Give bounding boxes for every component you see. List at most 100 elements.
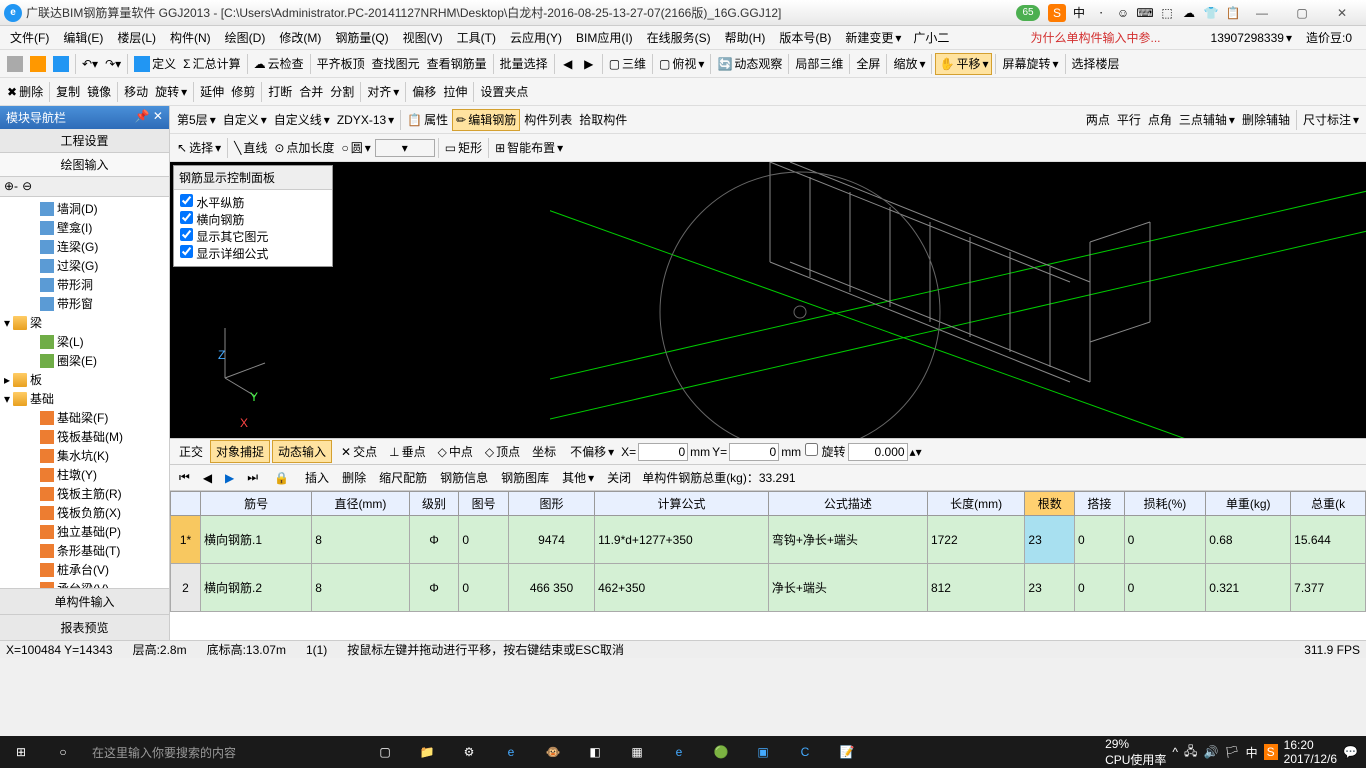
tree-node[interactable]: 独立基础(P) [2, 522, 167, 541]
tree-node[interactable]: 连梁(G) [2, 237, 167, 256]
merge-button[interactable]: 合并 [296, 81, 326, 103]
app5-icon[interactable]: ▦ [616, 736, 658, 768]
ime-cloud[interactable]: ☁ [1180, 4, 1198, 22]
x-input[interactable] [638, 443, 688, 461]
grip-button[interactable]: 设置夹点 [477, 81, 531, 103]
point-angle-button[interactable]: 点角 [1145, 109, 1175, 131]
tree-node[interactable]: 壁龛(I) [2, 218, 167, 237]
rebar-display-panel[interactable]: 钢筋显示控制面板 水平纵筋 横向钢筋 显示其它图元 显示详细公式 [173, 165, 333, 267]
ime-shirt[interactable]: 👕 [1202, 4, 1220, 22]
ie-icon[interactable]: e [658, 736, 700, 768]
tray-ime-icon[interactable]: S [1264, 744, 1278, 760]
parallel-button[interactable]: 平行 [1114, 109, 1144, 131]
subcat-select[interactable]: 自定义线 ▾ [271, 109, 333, 131]
topview-button[interactable]: ▢俯视▾ [656, 53, 707, 75]
expand-icon[interactable]: ⊕- [4, 179, 18, 194]
code-select[interactable]: ZDYX-13 ▾ [334, 109, 397, 131]
tree-node[interactable]: 梁(L) [2, 332, 167, 351]
offset-button[interactable]: 偏移 [409, 81, 439, 103]
batch-select-button[interactable]: 批量选择 [497, 53, 551, 75]
tree-node[interactable]: 筏板主筋(R) [2, 484, 167, 503]
app2-icon[interactable]: ⚙ [448, 736, 490, 768]
prev-icon[interactable]: ◀ [558, 53, 578, 75]
taskbar-search[interactable]: 在这里输入你要搜索的内容 [84, 744, 364, 761]
two-point-button[interactable]: 两点 [1083, 109, 1113, 131]
collapse-icon[interactable]: ⊖ [22, 179, 32, 194]
extend-button[interactable]: 延伸 [197, 81, 227, 103]
floor-select[interactable]: 第5层 ▾ [174, 109, 219, 131]
app4-icon[interactable]: ◧ [574, 736, 616, 768]
chk-other[interactable]: 显示其它图元 [180, 228, 326, 245]
user-button[interactable]: 广小二 [907, 28, 953, 47]
other-button[interactable]: 其他▾ [557, 467, 599, 488]
select-floor-button[interactable]: 选择楼层 [1069, 53, 1123, 75]
ime-clip[interactable]: 📋 [1224, 4, 1242, 22]
tree-node[interactable]: 圈梁(E) [2, 351, 167, 370]
menu-floor[interactable]: 楼层(L) [111, 27, 162, 48]
dimension-button[interactable]: 尺寸标注▾ [1300, 109, 1362, 131]
menu-draw[interactable]: 绘图(D) [219, 27, 272, 48]
menu-component[interactable]: 构件(N) [164, 27, 217, 48]
dyninput-toggle[interactable]: 动态输入 [272, 440, 332, 463]
menu-version[interactable]: 版本号(B) [773, 27, 837, 48]
flat-top-button[interactable]: 平齐板顶 [314, 53, 368, 75]
component-list-button[interactable]: 构件列表 [521, 109, 575, 131]
new-change-button[interactable]: 新建变更▾ [839, 28, 905, 47]
stretch-button[interactable]: 拉伸 [440, 81, 470, 103]
open-icon[interactable] [27, 53, 49, 75]
three-point-aux-button[interactable]: 三点辅轴▾ [1176, 109, 1238, 131]
pan-button[interactable]: ✋平移▾ [935, 53, 992, 75]
menu-bim[interactable]: BIM应用(I) [570, 27, 639, 48]
rebar-info-button[interactable]: 钢筋信息 [435, 467, 493, 488]
intersect-snap[interactable]: ✕交点 [336, 441, 382, 462]
delete-row-button[interactable]: 删除 [337, 467, 371, 488]
ime-box[interactable]: ⬚ [1158, 4, 1176, 22]
lock-icon[interactable]: 🔒 [269, 469, 294, 487]
rebar-lib-button[interactable]: 钢筋图库 [496, 467, 554, 488]
move-button[interactable]: 移动 [121, 81, 151, 103]
ime-face[interactable]: ☺ [1114, 4, 1132, 22]
line-tool[interactable]: ╲直线 [231, 137, 270, 159]
menu-edit[interactable]: 编辑(E) [57, 27, 109, 48]
first-icon[interactable]: ⏮ [174, 468, 195, 487]
scale-button[interactable]: 缩尺配筋 [374, 467, 432, 488]
tray-notif-icon[interactable]: 💬 [1343, 745, 1358, 759]
phone-label[interactable]: 13907298339▾ [1205, 30, 1296, 46]
category-select[interactable]: 自定义 ▾ [220, 109, 270, 131]
menu-tool[interactable]: 工具(T) [451, 27, 502, 48]
redo-icon[interactable]: ↷▾ [102, 53, 124, 75]
menu-help[interactable]: 帮助(H) [719, 27, 772, 48]
system-tray[interactable]: 29%CPU使用率 ^ 🖧 🔊 🏳 中 S 16:202017/12/6 💬 [1105, 737, 1366, 768]
tray-lang[interactable]: 中 [1246, 744, 1258, 761]
play-icon[interactable]: ▶ [220, 469, 239, 487]
fullscreen-button[interactable]: 全屏 [853, 53, 883, 75]
tree-node[interactable]: 桩承台(V) [2, 560, 167, 579]
circle-tool[interactable]: ○圆 ▾ [338, 137, 373, 159]
tree-node[interactable]: ▾梁 [2, 313, 167, 332]
app3-icon[interactable]: 🐵 [532, 736, 574, 768]
component-tree[interactable]: 墙洞(D)壁龛(I)连梁(G)过梁(G)带形洞带形窗▾梁梁(L)圈梁(E)▸板▾… [0, 197, 169, 588]
orbit-button[interactable]: 🔄动态观察 [714, 53, 785, 75]
insert-row-button[interactable]: 插入 [300, 467, 334, 488]
ortho-toggle[interactable]: 正交 [174, 441, 208, 462]
nav-tab-settings[interactable]: 工程设置 [0, 129, 169, 153]
nav-report[interactable]: 报表预览 [0, 614, 169, 640]
note-text[interactable]: 为什么单构件输入中参... [1031, 29, 1161, 46]
tree-node[interactable]: ▾基础 [2, 389, 167, 408]
tray-up-icon[interactable]: ^ [1172, 745, 1178, 759]
tree-node[interactable]: 墙洞(D) [2, 199, 167, 218]
menu-modify[interactable]: 修改(M) [273, 27, 327, 48]
app7-icon[interactable]: ▣ [742, 736, 784, 768]
nav-pin-icon[interactable]: 📌 ✕ [135, 109, 163, 126]
delete-aux-button[interactable]: 删除辅轴 [1239, 109, 1293, 131]
undo-icon[interactable]: ↶▾ [79, 53, 101, 75]
align-button[interactable]: 对齐▾ [364, 81, 402, 103]
start-button[interactable]: ⊞ [0, 736, 42, 768]
chk-cross[interactable]: 横向钢筋 [180, 211, 326, 228]
local3d-button[interactable]: 局部三维 [792, 53, 846, 75]
3d-viewport[interactable]: 钢筋显示控制面板 水平纵筋 横向钢筋 显示其它图元 显示详细公式 [170, 162, 1366, 438]
blank-select[interactable]: ▾ [375, 139, 435, 157]
osnap-toggle[interactable]: 对象捕捉 [210, 440, 270, 463]
tray-vol-icon[interactable]: 🔊 [1203, 745, 1218, 759]
trim-button[interactable]: 修剪 [228, 81, 258, 103]
